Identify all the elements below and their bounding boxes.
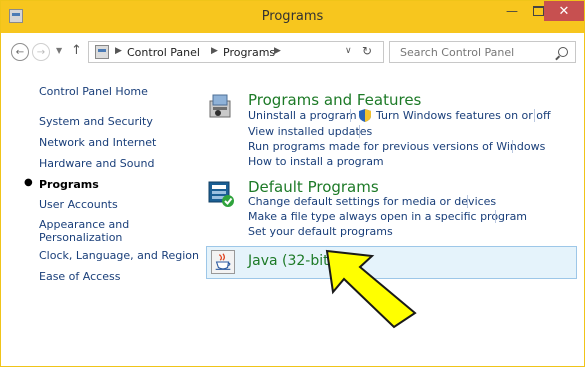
forward-button[interactable]: → xyxy=(32,43,50,61)
title-bar[interactable]: Programs — ✕ xyxy=(1,1,584,33)
change-default-settings-link[interactable]: Change default settings for media or dev… xyxy=(248,195,496,208)
java-icon xyxy=(211,250,235,274)
breadcrumb-separator-icon[interactable]: ▶ xyxy=(211,46,218,56)
sidebar-item-system-security[interactable]: System and Security xyxy=(39,115,153,128)
up-arrow-icon[interactable]: ↑ xyxy=(71,43,82,58)
control-panel-icon xyxy=(95,45,109,59)
sidebar-item-user-accounts[interactable]: User Accounts xyxy=(39,198,118,211)
current-item-bullet: ● xyxy=(24,177,33,188)
link-separator xyxy=(512,140,513,153)
shield-icon xyxy=(359,109,371,122)
link-separator xyxy=(534,109,535,122)
window-title: Programs xyxy=(261,9,324,24)
address-row: ← → ▼ ↑ ▶ Control Panel ▶ Programs ▶ ∨ ↻… xyxy=(1,33,584,73)
back-button[interactable]: ← xyxy=(11,43,29,61)
address-bar[interactable]: ▶ Control Panel ▶ Programs ▶ ∨ ↻ xyxy=(88,41,384,63)
content-area: Control Panel Home System and Security N… xyxy=(1,73,584,366)
link-separator xyxy=(350,109,351,122)
sidebar-item-hardware-sound[interactable]: Hardware and Sound xyxy=(39,157,154,170)
forward-arrow-icon: → xyxy=(36,46,46,58)
minimize-button[interactable]: — xyxy=(499,1,525,21)
breadcrumb-separator-icon[interactable]: ▶ xyxy=(115,46,122,56)
sidebar-item-ease-of-access[interactable]: Ease of Access xyxy=(39,270,120,283)
sidebar-item-appearance[interactable]: Appearance and xyxy=(39,218,129,231)
close-icon: ✕ xyxy=(558,3,570,19)
sidebar-item-control-panel-home[interactable]: Control Panel Home xyxy=(39,85,148,98)
breadcrumb-programs[interactable]: Programs xyxy=(223,46,275,59)
default-programs-title[interactable]: Default Programs xyxy=(248,178,379,196)
run-older-programs-link[interactable]: Run programs made for previous versions … xyxy=(248,140,545,153)
uninstall-program-link[interactable]: Uninstall a program xyxy=(248,109,357,122)
window: Programs — ✕ ← → ▼ ↑ ▶ Control Panel ▶ P… xyxy=(0,0,585,367)
category-java-32bit[interactable]: Java (32-bit) xyxy=(206,246,577,279)
how-to-install-link[interactable]: How to install a program xyxy=(248,155,384,168)
back-arrow-icon: ← xyxy=(15,46,25,58)
sidebar-item-clock-language-region[interactable]: Clock, Language, and Region xyxy=(39,249,199,262)
maximize-icon xyxy=(532,6,544,16)
java-title[interactable]: Java (32-bit) xyxy=(248,253,334,269)
link-separator xyxy=(495,210,496,223)
sidebar-item-network-internet[interactable]: Network and Internet xyxy=(39,136,156,149)
chevron-down-icon[interactable]: ∨ xyxy=(345,46,352,56)
search-input[interactable]: Search Control Panel xyxy=(389,41,576,63)
file-type-open-link[interactable]: Make a file type always open in a specif… xyxy=(248,210,527,223)
refresh-icon[interactable]: ↻ xyxy=(362,44,372,58)
recent-locations-button[interactable]: ▼ xyxy=(56,46,62,55)
default-programs-icon[interactable] xyxy=(206,178,236,208)
close-button[interactable]: ✕ xyxy=(544,1,584,21)
link-separator xyxy=(359,125,360,138)
breadcrumb-control-panel[interactable]: Control Panel xyxy=(127,46,200,59)
set-default-programs-link[interactable]: Set your default programs xyxy=(248,225,393,238)
programs-features-title[interactable]: Programs and Features xyxy=(248,91,421,109)
breadcrumb-separator-icon[interactable]: ▶ xyxy=(274,46,281,56)
search-placeholder: Search Control Panel xyxy=(400,46,515,59)
turn-windows-features-link[interactable]: Turn Windows features on or off xyxy=(376,109,551,122)
link-separator xyxy=(467,195,468,208)
view-installed-updates-link[interactable]: View installed updates xyxy=(248,125,372,138)
programs-features-icon[interactable] xyxy=(206,91,236,121)
search-icon[interactable] xyxy=(558,47,568,57)
sidebar-item-programs: Programs xyxy=(39,178,99,191)
minimize-icon: — xyxy=(506,4,518,18)
sidebar-item-personalization[interactable]: Personalization xyxy=(39,231,122,244)
